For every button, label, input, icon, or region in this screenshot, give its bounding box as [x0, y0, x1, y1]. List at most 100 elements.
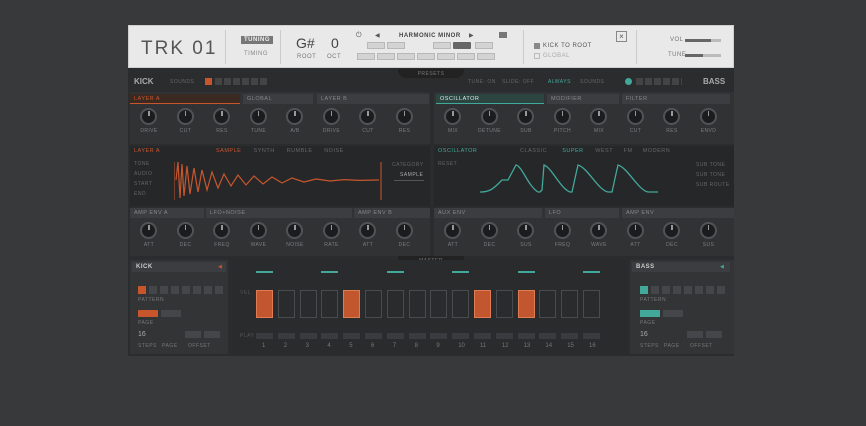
step-play-toggle[interactable]: [408, 333, 426, 339]
kick-env-knob-6[interactable]: ATT: [353, 222, 383, 248]
bass-env-knob-7[interactable]: SUS: [694, 222, 724, 248]
bass-knob-7[interactable]: ENVD: [694, 108, 724, 134]
bass-env-knob-1[interactable]: DEC: [475, 222, 505, 248]
step-play-toggle[interactable]: [517, 333, 535, 339]
tab-super[interactable]: SUPER: [562, 148, 583, 154]
offset-left-button[interactable]: [687, 331, 703, 338]
page-2-button[interactable]: [663, 310, 683, 317]
kick-knob-1[interactable]: CUT: [171, 108, 201, 134]
step-cell-11[interactable]: [474, 290, 491, 318]
root-note-value[interactable]: G#: [296, 35, 315, 51]
power-icon[interactable]: ⏻: [356, 32, 362, 40]
scale-name[interactable]: HARMONIC MINOR: [399, 33, 461, 39]
kick-knob-2[interactable]: RES: [207, 108, 237, 134]
bass-env-knob-6[interactable]: DEC: [657, 222, 687, 248]
page-1-button[interactable]: [138, 310, 158, 317]
tab-fm[interactable]: FM: [624, 148, 633, 154]
amp-env-b-header[interactable]: AMP ENV B: [354, 208, 430, 218]
kick-env-knob-5[interactable]: RATE: [317, 222, 347, 248]
sub-route[interactable]: SUB ROUTE: [696, 182, 730, 188]
kick-knob-3[interactable]: TUNE: [244, 108, 274, 134]
page-1-button[interactable]: [640, 310, 660, 317]
offset-left-button[interactable]: [185, 331, 201, 338]
tab-tuning[interactable]: TUNING: [241, 36, 273, 44]
oscillator-header[interactable]: OSCILLATOR: [436, 94, 544, 104]
sample-select[interactable]: SAMPLE: [400, 172, 423, 178]
tab-west[interactable]: WEST: [595, 148, 613, 154]
kick-knob-7[interactable]: RES: [390, 108, 420, 134]
always-label[interactable]: ALWAYS: [548, 79, 571, 85]
sound-slots[interactable]: [215, 78, 267, 85]
step-cell-7[interactable]: [386, 290, 404, 318]
amp-env-a-header[interactable]: AMP ENV A: [130, 208, 204, 218]
offset-right-button[interactable]: [204, 331, 220, 338]
reset-button[interactable]: RESET: [438, 161, 457, 167]
bass-knob-4[interactable]: MIX: [584, 108, 614, 134]
step-play-toggle[interactable]: [430, 333, 448, 339]
step-play-toggle[interactable]: [321, 333, 339, 339]
kick-knob-4[interactable]: A/B: [280, 108, 310, 134]
step-play-toggle[interactable]: [365, 333, 382, 339]
offset-right-button[interactable]: [706, 331, 722, 338]
filter-header[interactable]: FILTER: [622, 94, 730, 104]
tab-sample[interactable]: SAMPLE: [216, 148, 241, 154]
prev-scale-icon[interactable]: ◀: [375, 32, 380, 39]
bass-knob-6[interactable]: RES: [657, 108, 687, 134]
bass-knob-5[interactable]: CUT: [621, 108, 651, 134]
step-play-toggle[interactable]: [474, 333, 491, 339]
kick-side-tone[interactable]: TONE: [134, 161, 150, 167]
next-scale-icon[interactable]: ▶: [469, 32, 474, 39]
step-play-toggle[interactable]: [386, 333, 404, 339]
tune-on-label[interactable]: TUNE: ON: [468, 79, 496, 85]
folder-icon[interactable]: [499, 32, 507, 38]
kick-env-knob-7[interactable]: DEC: [390, 222, 420, 248]
kick-knob-6[interactable]: CUT: [353, 108, 383, 134]
bass-steps-value[interactable]: 16: [640, 331, 648, 338]
kick-side-end[interactable]: END: [134, 191, 146, 197]
step-play-toggle[interactable]: [452, 333, 470, 339]
sound-slots[interactable]: [636, 78, 682, 85]
kick-to-root-checkbox[interactable]: [534, 43, 540, 49]
speaker-icon[interactable]: ◀: [720, 264, 724, 270]
step-cell-16[interactable]: [583, 290, 600, 318]
step-cell-1[interactable]: [256, 290, 273, 318]
kick-env-knob-2[interactable]: FREQ: [207, 222, 237, 248]
tab-synth[interactable]: SYNTH: [254, 148, 275, 154]
page-2-button[interactable]: [161, 310, 181, 317]
speaker-icon[interactable]: ◀: [218, 264, 222, 270]
sub-tone-1[interactable]: SUB TONE: [696, 162, 725, 168]
step-cell-14[interactable]: [539, 290, 557, 318]
tab-rumble[interactable]: RUMBLE: [287, 148, 313, 154]
sound-slot-active[interactable]: [205, 78, 212, 85]
kick-knob-5[interactable]: DRIVE: [317, 108, 347, 134]
bass-env-knob-5[interactable]: ATT: [621, 222, 651, 248]
step-cell-3[interactable]: [299, 290, 317, 318]
bass-knob-0[interactable]: MIX: [438, 108, 468, 134]
global-checkbox[interactable]: [534, 53, 540, 59]
bass-env-knob-0[interactable]: ATT: [438, 222, 468, 248]
sound-slot-active[interactable]: [625, 78, 632, 85]
tab-oscillator[interactable]: OSCILLATOR: [438, 148, 477, 154]
step-play-toggle[interactable]: [343, 333, 361, 339]
kick-env-knob-0[interactable]: ATT: [134, 222, 164, 248]
kick-env-knob-3[interactable]: WAVE: [244, 222, 274, 248]
step-play-toggle[interactable]: [539, 333, 557, 339]
tune-slider[interactable]: [685, 54, 721, 57]
tab-layera[interactable]: LAYER A: [134, 148, 160, 154]
tab-classic[interactable]: CLASSIC: [520, 148, 547, 154]
tab-noise[interactable]: NOISE: [324, 148, 344, 154]
octave-value[interactable]: 0: [331, 35, 339, 51]
tab-modern[interactable]: MODERN: [643, 148, 670, 154]
presets-tab[interactable]: PRESETS: [398, 69, 464, 78]
step-cell-8[interactable]: [408, 290, 426, 318]
step-cell-5[interactable]: [343, 290, 361, 318]
step-play-toggle[interactable]: [583, 333, 600, 339]
lfo-header[interactable]: LFO: [545, 208, 619, 218]
global-header[interactable]: GLOBAL: [243, 94, 313, 104]
lfo-noise-header[interactable]: LFO+NOISE: [206, 208, 352, 218]
aux-env-header[interactable]: AUX ENV: [434, 208, 542, 218]
kick-side-audio[interactable]: AUDIO: [134, 171, 152, 177]
bass-knob-2[interactable]: SUB: [511, 108, 541, 134]
step-play-toggle[interactable]: [299, 333, 317, 339]
step-cell-4[interactable]: [321, 290, 339, 318]
